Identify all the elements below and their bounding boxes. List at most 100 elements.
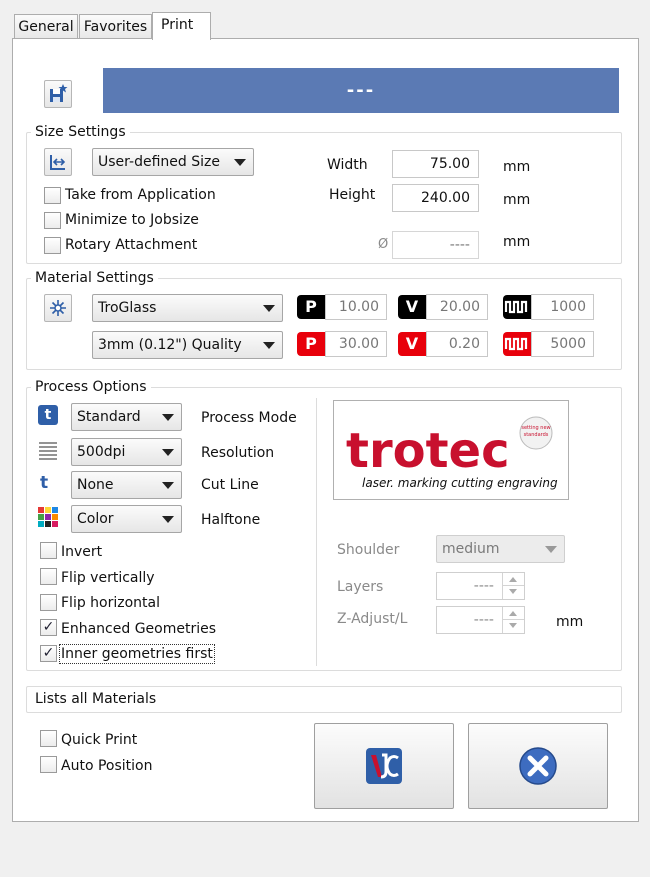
flip-vertically-checkbox[interactable] [40, 568, 57, 585]
rotary-attachment-checkbox[interactable] [44, 237, 61, 254]
svg-text:trotec: trotec [346, 423, 510, 479]
cut-velocity-value[interactable]: 0.20 [426, 331, 488, 357]
size-settings-button[interactable] [44, 148, 72, 176]
width-label: Width [327, 157, 368, 173]
flip-horizontal-label: Flip horizontal [61, 595, 160, 611]
diameter-input[interactable]: ---- [392, 231, 479, 259]
save-favorite-button[interactable] [44, 80, 72, 108]
quick-print-checkbox[interactable] [40, 730, 57, 747]
flip-horizontal-checkbox[interactable] [40, 594, 57, 611]
size-select[interactable]: User-defined Size [92, 148, 254, 176]
svg-text:laser. marking cutting engravi: laser. marking cutting engraving [362, 476, 558, 490]
chevron-down-icon [162, 414, 174, 421]
chevron-down-icon [162, 516, 174, 523]
width-unit: mm [503, 159, 531, 175]
layers-label: Layers [337, 579, 384, 595]
status-bar: Lists all Materials [26, 686, 622, 713]
pulse-wave-icon [504, 337, 528, 351]
resolution-select[interactable]: 500dpi [71, 438, 182, 466]
cut-line-label: Cut Line [201, 477, 259, 493]
check-icon: ✓ [42, 645, 55, 661]
enhanced-geometries-label: Enhanced Geometries [61, 621, 217, 637]
engrave-power-icon: P [297, 295, 325, 319]
cut-velocity-icon: V [398, 332, 426, 356]
spin-up-icon[interactable] [503, 573, 524, 586]
tab-general[interactable]: General [14, 14, 78, 38]
process-mode-select[interactable]: Standard [71, 403, 182, 431]
take-from-application-label: Take from Application [65, 187, 216, 203]
engrave-velocity-icon: V [398, 295, 426, 319]
chevron-down-icon [162, 449, 174, 456]
halftone-color-icon [38, 507, 58, 527]
z-adjust-unit: mm [556, 614, 584, 630]
shoulder-label: Shoulder [337, 542, 400, 558]
take-from-application-checkbox[interactable] [44, 187, 61, 204]
invert-checkbox[interactable] [40, 542, 57, 559]
auto-position-label: Auto Position [61, 758, 153, 774]
resolution-icon [38, 441, 58, 461]
halftone-label: Halftone [201, 512, 261, 528]
spin-down-icon[interactable] [503, 620, 524, 633]
svg-text:setting new: setting new [521, 425, 550, 431]
material-spark-icon [50, 300, 66, 316]
quick-print-label: Quick Print [61, 732, 138, 748]
cut-line-icon: t [40, 473, 49, 493]
material-database-button[interactable] [44, 294, 72, 322]
process-mode-icon: t [38, 405, 58, 425]
height-input[interactable]: 240.00 [392, 184, 479, 212]
job-name-banner: --- [103, 68, 619, 113]
inner-geometries-first-label: Inner geometries first [59, 644, 215, 664]
engrave-ppi-value[interactable]: 1000 [531, 294, 594, 320]
svg-text:standards: standards [524, 432, 549, 438]
flip-vertically-label: Flip vertically [61, 570, 155, 586]
cut-line-select[interactable]: None [71, 471, 182, 499]
engrave-ppi-icon [503, 295, 531, 319]
diameter-unit: mm [503, 234, 531, 250]
layers-spinner[interactable]: ---- [436, 572, 525, 600]
engrave-velocity-value[interactable]: 20.00 [426, 294, 488, 320]
trotec-logo: trotec laser. marking cutting engraving … [333, 400, 569, 500]
chevron-down-icon [234, 159, 246, 166]
invert-label: Invert [61, 544, 103, 560]
z-adjust-label: Z-Adjust/L [337, 611, 408, 627]
minimize-to-jobsize-label: Minimize to Jobsize [65, 212, 199, 228]
spin-down-icon[interactable] [503, 586, 524, 599]
process-mode-label: Process Mode [201, 410, 297, 426]
spin-up-icon[interactable] [503, 607, 524, 620]
save-star-icon [50, 84, 68, 102]
shoulder-select[interactable]: medium [436, 535, 565, 563]
print-to-job-control-button[interactable] [314, 723, 454, 809]
material-settings-legend: Material Settings [31, 270, 158, 286]
z-adjust-spinner[interactable]: ---- [436, 606, 525, 634]
engrave-power-value[interactable]: 10.00 [325, 294, 387, 320]
cut-frequency-value[interactable]: 5000 [531, 331, 594, 357]
column-divider [316, 398, 317, 666]
halftone-select[interactable]: Color [71, 505, 182, 533]
width-input[interactable]: 75.00 [392, 150, 479, 178]
process-options-legend: Process Options [31, 379, 151, 395]
size-settings-legend: Size Settings [31, 124, 130, 140]
enhanced-geometries-checkbox[interactable]: ✓ [40, 619, 57, 636]
check-icon: ✓ [42, 619, 55, 635]
tab-print[interactable]: Print [152, 12, 211, 40]
material-select[interactable]: TroGlass [92, 294, 283, 322]
resolution-label: Resolution [201, 445, 275, 461]
close-icon [519, 747, 557, 785]
rotary-attachment-label: Rotary Attachment [65, 237, 198, 253]
chevron-down-icon [263, 342, 275, 349]
height-unit: mm [503, 192, 531, 208]
status-text: Lists all Materials [35, 691, 157, 707]
height-label: Height [329, 187, 376, 203]
diameter-icon: Ø [378, 237, 389, 252]
chevron-down-icon [263, 305, 275, 312]
cut-power-value[interactable]: 30.00 [325, 331, 387, 357]
inner-geometries-first-checkbox[interactable]: ✓ [40, 645, 57, 662]
cut-frequency-icon [503, 332, 531, 356]
auto-position-checkbox[interactable] [40, 756, 57, 773]
quality-select[interactable]: 3mm (0.12") Quality [92, 331, 283, 359]
cancel-button[interactable] [468, 723, 608, 809]
chevron-down-icon [545, 546, 557, 553]
tab-favorites[interactable]: Favorites [79, 14, 152, 38]
job-control-icon [366, 748, 402, 784]
minimize-to-jobsize-checkbox[interactable] [44, 212, 61, 229]
